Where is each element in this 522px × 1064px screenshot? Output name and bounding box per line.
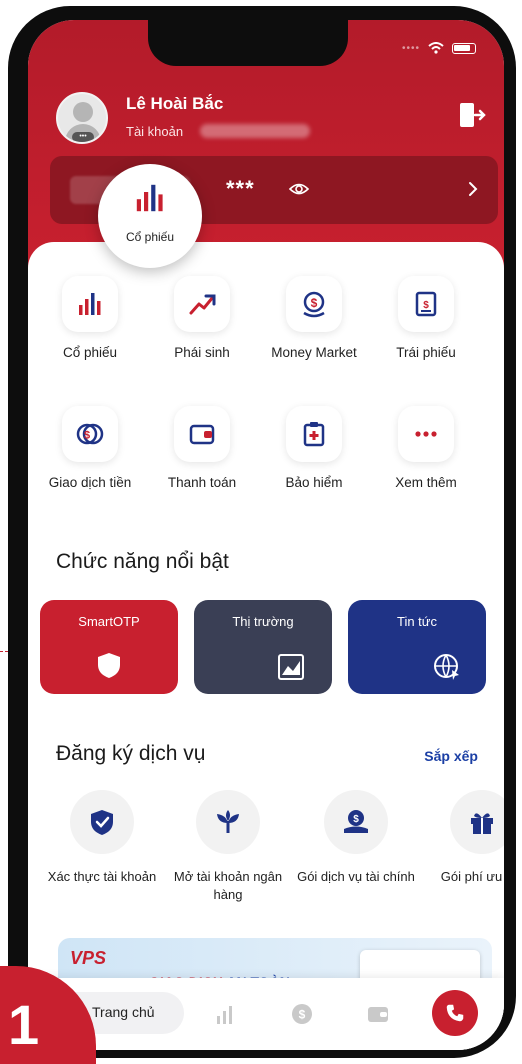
wallet-icon — [189, 424, 215, 445]
menu-item-label: Xem thêm — [395, 475, 457, 490]
status-bar: •••• — [402, 42, 476, 54]
market-tab-icon[interactable] — [214, 1002, 238, 1026]
menu-item-payment[interactable]: Thanh toán — [146, 406, 258, 492]
menu-item-label: Giao dịch tiền — [48, 475, 132, 490]
service-label: Gói phí ưu đãi — [440, 869, 504, 884]
eye-icon[interactable] — [288, 178, 310, 200]
services-title: Đăng ký dịch vụ — [56, 742, 206, 765]
feature-card-label: Thị trường — [232, 614, 294, 629]
svg-text:$: $ — [311, 296, 318, 310]
feature-card-news[interactable]: Tin tức — [348, 600, 486, 694]
avatar-badge: ••• — [72, 132, 94, 142]
app-screen: •••• ••• Lê Hoài Bắc Tài khoản *** Cổ ph… — [28, 20, 504, 1050]
more-icon — [415, 431, 437, 437]
trend-up-icon — [189, 294, 216, 315]
shield-icon — [98, 653, 120, 678]
wifi-icon — [428, 42, 444, 54]
stock-chart-icon — [136, 184, 163, 212]
menu-item-money-market[interactable]: $ Money Market — [258, 276, 370, 362]
menu-item-label: Trái phiếu — [396, 345, 456, 360]
stock-chart-icon — [79, 293, 101, 315]
tab-home-label: Trang chủ — [92, 1004, 155, 1020]
account-number-blurred — [200, 124, 310, 138]
menu-item-stock[interactable]: Cổ phiếu — [34, 276, 146, 362]
bottom-tab-bar: Trang chủ $ — [28, 978, 504, 1050]
features-title: Chức năng nổi bật — [56, 550, 229, 573]
vps-logo: VPS — [70, 948, 107, 968]
money-market-icon: $ — [303, 291, 325, 318]
menu-item-derivatives[interactable]: Phái sinh — [146, 276, 258, 362]
svg-text:$: $ — [299, 1008, 306, 1022]
service-open-bank-account[interactable]: Mở tài khoản ngân hàng — [168, 790, 288, 904]
account-label: Tài khoản — [126, 124, 184, 139]
service-finance-package[interactable]: $ Gói dịch vụ tài chính — [296, 790, 416, 886]
verify-shield-icon — [91, 810, 113, 835]
menu-item-label: Cổ phiếu — [62, 345, 118, 360]
phone-frame: •••• ••• Lê Hoài Bắc Tài khoản *** Cổ ph… — [8, 6, 516, 1058]
avatar[interactable]: ••• — [56, 92, 108, 144]
svg-text:$: $ — [423, 300, 429, 311]
menu-item-label: Money Market — [271, 345, 357, 360]
tooltip-stock: Cổ phiếu — [98, 164, 202, 268]
wallet-tab-icon[interactable] — [366, 1002, 390, 1026]
market-chart-icon — [278, 654, 304, 680]
service-fee-package[interactable]: Gói phí ưu đãi — [422, 790, 504, 886]
signal-dots-icon: •••• — [401, 42, 420, 54]
feature-card-smartotp[interactable]: SmartOTP — [40, 600, 178, 694]
bond-icon: $ — [415, 291, 437, 317]
bank-plant-icon — [217, 810, 239, 833]
battery-icon — [452, 42, 476, 54]
gift-icon — [471, 813, 493, 834]
menu-item-insurance[interactable]: Bảo hiểm — [258, 406, 370, 492]
tooltip-label: Cổ phiếu — [125, 230, 175, 244]
call-button[interactable] — [432, 990, 478, 1036]
service-label: Gói dịch vụ tài chính — [297, 869, 415, 884]
sort-link[interactable]: Sắp xếp — [424, 748, 478, 764]
feature-card-label: Tin tức — [396, 614, 437, 629]
service-label: Xác thực tài khoản — [47, 869, 157, 884]
menu-item-cash-transfer[interactable]: $ Giao dịch tiền — [34, 406, 146, 492]
insurance-icon — [303, 422, 325, 447]
balance-masked: *** — [226, 176, 255, 201]
coin-hand-icon: $ — [344, 810, 368, 833]
menu-item-more[interactable]: Xem thêm — [370, 406, 482, 492]
feature-card-market[interactable]: Thị trường — [194, 600, 332, 694]
logout-icon[interactable] — [456, 100, 486, 130]
svg-text:$: $ — [84, 430, 90, 442]
coins-icon: $ — [76, 423, 104, 445]
phone-notch — [148, 20, 348, 66]
menu-item-label: Bảo hiểm — [285, 475, 343, 490]
service-label: Mở tài khoản ngân hàng — [173, 869, 283, 902]
money-tab-icon[interactable]: $ — [290, 1002, 314, 1026]
globe-icon — [434, 654, 459, 680]
menu-item-label: Thanh toán — [167, 475, 237, 490]
menu-item-bonds[interactable]: $ Trái phiếu — [370, 276, 482, 362]
service-verify-account[interactable]: Xác thực tài khoản — [42, 790, 162, 886]
menu-item-label: Phái sinh — [174, 345, 230, 360]
chevron-right-icon[interactable] — [466, 180, 480, 198]
user-name: Lê Hoài Bắc — [126, 94, 224, 113]
feature-card-label: SmartOTP — [78, 614, 140, 629]
svg-text:$: $ — [353, 814, 359, 825]
phone-icon — [446, 1004, 464, 1022]
step-number: 1 — [8, 993, 40, 1056]
